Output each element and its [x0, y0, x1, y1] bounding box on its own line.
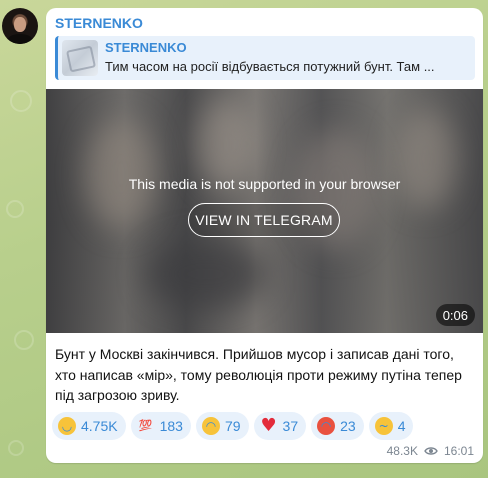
hundred-points-icon: 💯	[138, 419, 153, 432]
channel-avatar[interactable]	[2, 8, 38, 44]
reactions-bar: ◡ 4.75K 💯 183 ◠ 79 ♥ 37 ◠ 23 ~ 4	[52, 412, 414, 440]
grinning-face-icon: ◡	[58, 417, 76, 435]
reaction-count: 37	[282, 418, 299, 434]
angry-face-icon: ◠	[317, 417, 336, 435]
view-in-telegram-button[interactable]: VIEW IN TELEGRAM	[188, 203, 340, 237]
reply-thumbnail	[62, 40, 98, 76]
reaction-angry[interactable]: ◠ 23	[311, 412, 364, 440]
post-text: Бунт у Москві закінчився. Прийшов мусор …	[55, 346, 462, 403]
red-heart-icon: ♥	[260, 415, 277, 436]
reaction-count: 23	[340, 418, 356, 434]
eye-icon	[424, 446, 438, 456]
reaction-crying[interactable]: ◠ 79	[195, 412, 249, 440]
message-time: 16:01	[443, 444, 474, 458]
reply-text: Тим часом на росії відбувається потужний…	[105, 59, 435, 74]
reply-sender-name: STERNENKO	[105, 40, 187, 55]
thinking-face-icon: ~	[374, 417, 393, 435]
reaction-count: 4	[397, 418, 406, 434]
sender-name[interactable]: STERNENKO	[55, 15, 143, 31]
reaction-thinking[interactable]: ~ 4	[368, 412, 414, 440]
unsupported-media-message: This media is not supported in your brow…	[128, 176, 401, 192]
reaction-count: 183	[159, 418, 183, 434]
message-meta: 48.3K 16:01	[387, 444, 474, 458]
view-count: 48.3K	[386, 444, 418, 458]
reaction-count: 79	[224, 418, 241, 434]
reaction-grinning[interactable]: ◡ 4.75K	[52, 412, 126, 440]
crying-face-icon: ◠	[201, 417, 220, 435]
reply-preview[interactable]: STERNENKO Тим часом на росії відбуваєтьс…	[55, 36, 475, 80]
reaction-count: 4.75K	[81, 418, 118, 434]
reaction-hundred[interactable]: 💯 183	[130, 412, 191, 440]
video-duration: 0:06	[435, 304, 475, 326]
reaction-heart[interactable]: ♥ 37	[253, 412, 307, 440]
video-media[interactable]: This media is not supported in your brow…	[46, 89, 483, 333]
message-bubble: STERNENKO STERNENKO Тим часом на росії в…	[46, 8, 483, 463]
